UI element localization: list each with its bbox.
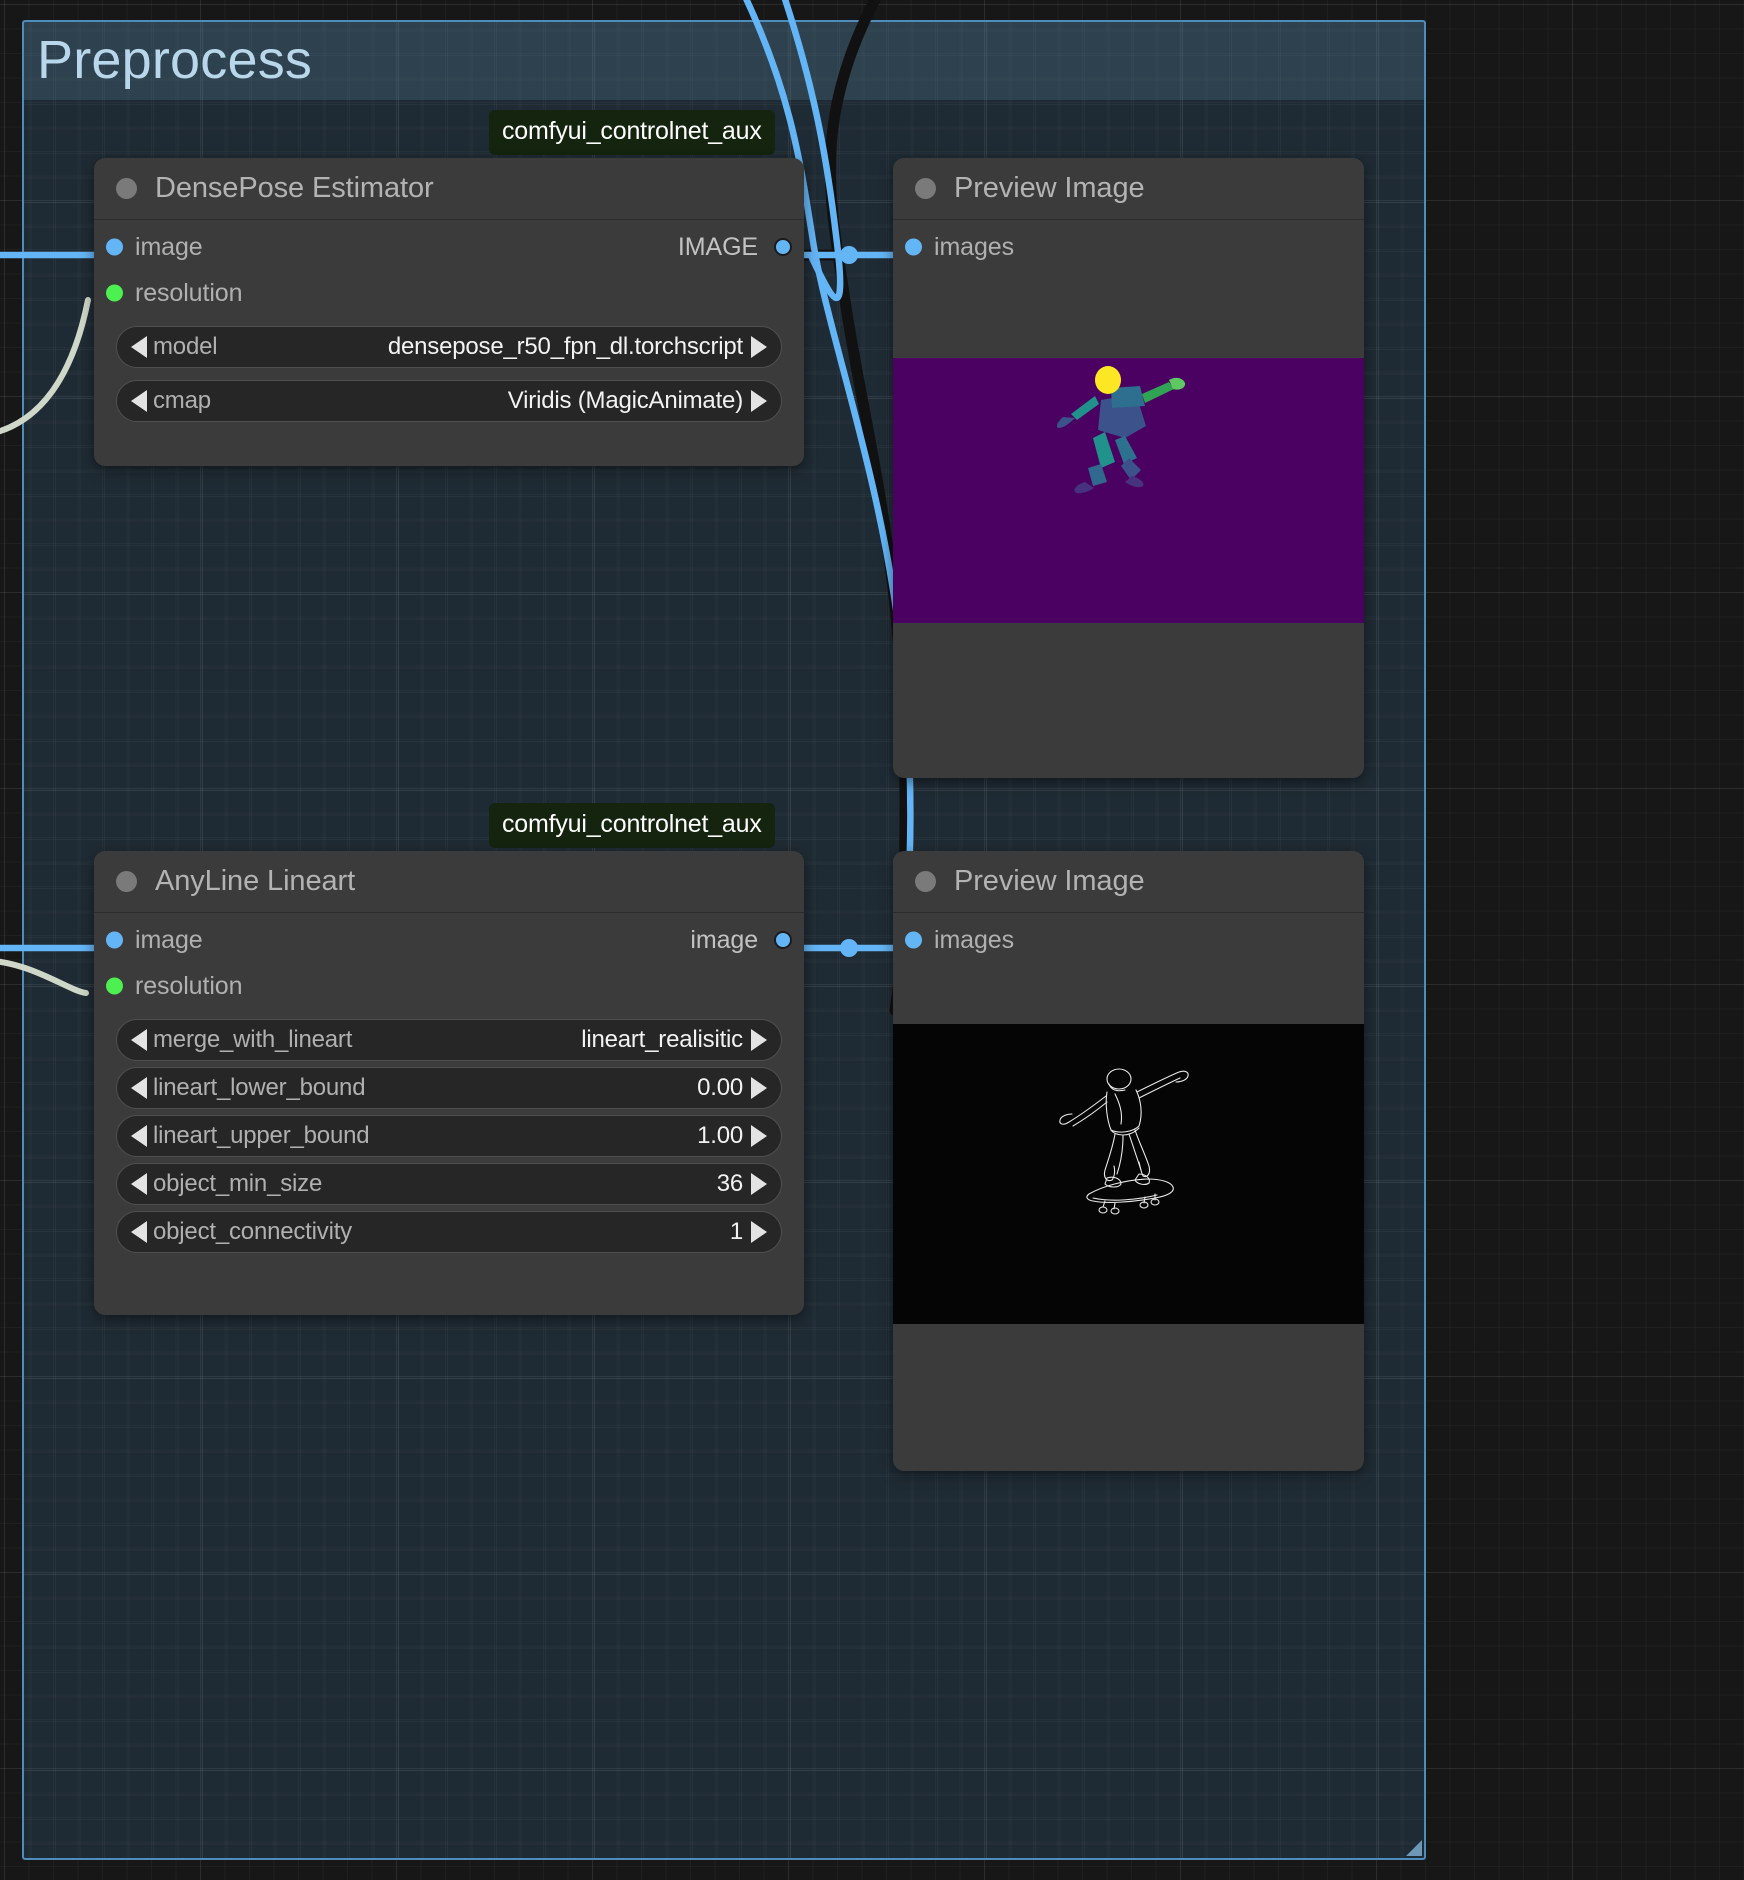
- chevron-left-icon[interactable]: [131, 1125, 147, 1147]
- node-header[interactable]: Preview Image: [893, 158, 1364, 220]
- chevron-left-icon[interactable]: [131, 1077, 147, 1099]
- chevron-right-icon[interactable]: [751, 1029, 767, 1051]
- widget-lineart-upper-bound[interactable]: lineart_upper_bound 1.00: [116, 1115, 782, 1157]
- input-slot-label-resolution: resolution: [135, 971, 243, 1000]
- input-slot-dot-image[interactable]: [106, 931, 123, 949]
- widget-value-model[interactable]: densepose_r50_fpn_dl.torchscript: [388, 333, 743, 361]
- input-slot-dot-resolution[interactable]: [106, 284, 123, 302]
- widget-value-object-connectivity[interactable]: 1: [730, 1218, 743, 1246]
- chevron-left-icon[interactable]: [131, 1221, 147, 1243]
- node-pack-badge-anyline: comfyui_controlnet_aux: [489, 803, 775, 848]
- chevron-right-icon[interactable]: [751, 1125, 767, 1147]
- node-preview-image-top[interactable]: Preview Image images: [893, 158, 1364, 778]
- input-slot-dot-resolution[interactable]: [106, 977, 123, 995]
- chevron-right-icon[interactable]: [751, 390, 767, 412]
- collapse-toggle-icon[interactable]: [915, 871, 936, 892]
- node-body: image IMAGE resolution model densepose_r…: [94, 220, 804, 422]
- widget-object-connectivity[interactable]: object_connectivity 1: [116, 1211, 782, 1253]
- densepose-figure: [1056, 366, 1186, 494]
- output-slot-label-image: IMAGE: [677, 232, 758, 261]
- widget-value-object-min-size[interactable]: 36: [717, 1170, 743, 1198]
- output-slot-label-image: image: [690, 925, 758, 954]
- image-preview-area[interactable]: [893, 276, 1364, 706]
- input-slot-dot-images[interactable]: [905, 931, 922, 949]
- node-header[interactable]: AnyLine Lineart: [94, 851, 804, 913]
- chevron-left-icon[interactable]: [131, 336, 147, 358]
- node-header[interactable]: DensePose Estimator: [94, 158, 804, 220]
- slot-row-resolution[interactable]: resolution: [94, 963, 804, 1009]
- image-preview-area[interactable]: [893, 969, 1364, 1399]
- group-resize-handle[interactable]: [1406, 1840, 1422, 1856]
- widget-lineart-lower-bound[interactable]: lineart_lower_bound 0.00: [116, 1067, 782, 1109]
- input-slot-label-resolution: resolution: [135, 278, 243, 307]
- widget-label-merge-with-lineart: merge_with_lineart: [153, 1026, 353, 1053]
- widget-value-lineart-lower-bound[interactable]: 0.00: [697, 1074, 743, 1102]
- widget-label-cmap: cmap: [153, 387, 211, 414]
- widget-label-lineart-lower-bound: lineart_lower_bound: [153, 1074, 366, 1101]
- input-slot-label-image: image: [135, 925, 203, 954]
- input-slot-label-images: images: [934, 232, 1014, 261]
- chevron-right-icon[interactable]: [751, 336, 767, 358]
- chevron-left-icon[interactable]: [131, 390, 147, 412]
- node-title: Preview Image: [954, 172, 1145, 204]
- collapse-toggle-icon[interactable]: [915, 178, 936, 199]
- widget-label-object-connectivity: object_connectivity: [153, 1218, 352, 1245]
- collapse-toggle-icon[interactable]: [116, 871, 137, 892]
- widget-label-object-min-size: object_min_size: [153, 1170, 323, 1197]
- node-title: AnyLine Lineart: [155, 865, 356, 897]
- widget-merge-with-lineart[interactable]: merge_with_lineart lineart_realisitic: [116, 1019, 782, 1061]
- chevron-right-icon[interactable]: [751, 1173, 767, 1195]
- node-title: Preview Image: [954, 865, 1145, 897]
- widget-value-lineart-upper-bound[interactable]: 1.00: [697, 1122, 743, 1150]
- input-slot-label-image: image: [135, 232, 203, 261]
- preview-image-lineart[interactable]: [893, 1024, 1364, 1324]
- widget-value-merge-with-lineart[interactable]: lineart_realisitic: [581, 1026, 743, 1054]
- input-slot-dot-image[interactable]: [106, 238, 123, 256]
- slot-row-resolution[interactable]: resolution: [94, 270, 804, 316]
- chevron-right-icon[interactable]: [751, 1077, 767, 1099]
- preview-image-densepose[interactable]: [893, 358, 1364, 623]
- node-anyline-lineart[interactable]: AnyLine Lineart image image resolution m…: [94, 851, 804, 1315]
- input-slot-dot-images[interactable]: [905, 238, 922, 256]
- node-body: images: [893, 220, 1364, 706]
- graph-canvas[interactable]: Preprocess comfyui_controlnet_aux DenseP…: [0, 0, 1744, 1880]
- widget-label-lineart-upper-bound: lineart_upper_bound: [153, 1122, 370, 1149]
- output-slot-dot-image[interactable]: [774, 931, 792, 949]
- input-slot-label-images: images: [934, 925, 1014, 954]
- slot-row-image[interactable]: image image: [94, 917, 804, 963]
- widget-label-model: model: [153, 333, 218, 360]
- node-header[interactable]: Preview Image: [893, 851, 1364, 913]
- group-title[interactable]: Preprocess: [37, 28, 312, 93]
- output-slot-dot-image[interactable]: [774, 238, 792, 256]
- slot-row-images[interactable]: images: [893, 224, 1364, 270]
- chevron-left-icon[interactable]: [131, 1173, 147, 1195]
- collapse-toggle-icon[interactable]: [116, 178, 137, 199]
- node-preview-image-bottom[interactable]: Preview Image images: [893, 851, 1364, 1471]
- chevron-right-icon[interactable]: [751, 1221, 767, 1243]
- widget-object-min-size[interactable]: object_min_size 36: [116, 1163, 782, 1205]
- widget-value-cmap[interactable]: Viridis (MagicAnimate): [508, 387, 743, 415]
- lineart-figure: [1059, 1068, 1189, 1215]
- node-body: images: [893, 913, 1364, 1399]
- widget-model[interactable]: model densepose_r50_fpn_dl.torchscript: [116, 326, 782, 368]
- chevron-left-icon[interactable]: [131, 1029, 147, 1051]
- node-densepose-estimator[interactable]: DensePose Estimator image IMAGE resoluti…: [94, 158, 804, 466]
- node-body: image image resolution merge_with_linear…: [94, 913, 804, 1253]
- slot-row-images[interactable]: images: [893, 917, 1364, 963]
- widget-cmap[interactable]: cmap Viridis (MagicAnimate): [116, 380, 782, 422]
- node-pack-badge-densepose: comfyui_controlnet_aux: [489, 110, 775, 155]
- node-title: DensePose Estimator: [155, 172, 434, 204]
- slot-row-image[interactable]: image IMAGE: [94, 224, 804, 270]
